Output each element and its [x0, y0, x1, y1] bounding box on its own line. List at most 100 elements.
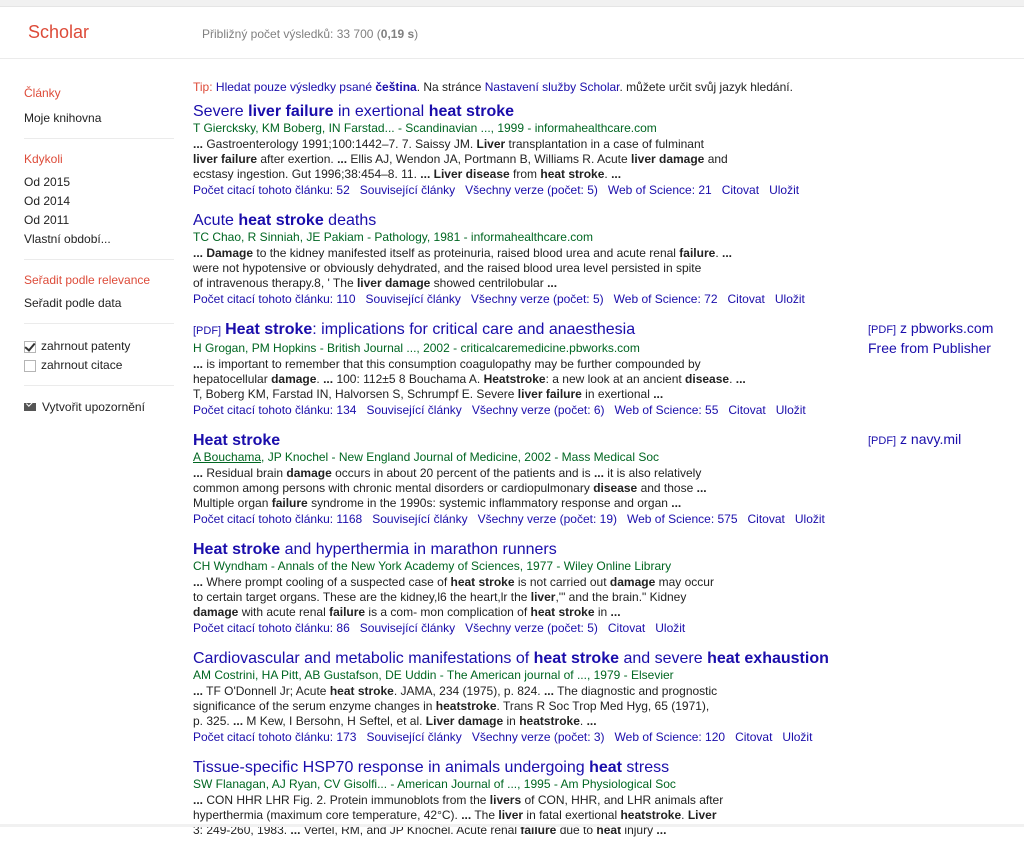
result-footer-link[interactable]: Uložit [769, 183, 799, 197]
result-snippet: ... Gastroenterology 1991;100:1442–7. 7.… [193, 137, 728, 181]
result-footer-link[interactable]: Počet citací tohoto článku: 86 [193, 621, 350, 635]
result-footer-link[interactable]: Počet citací tohoto článku: 52 [193, 183, 350, 197]
result-footer-link[interactable]: Počet citací tohoto článku: 110 [193, 292, 356, 306]
result-footer: Počet citací tohoto článku: 110 Souvisejí… [193, 291, 853, 307]
pdf-source-link[interactable]: [PDF] z pbworks.com [868, 319, 993, 339]
result-title[interactable]: Heat stroke and hyperthermia in marathon… [193, 540, 853, 559]
pdf-source-link[interactable]: [PDF] z navy.mil [868, 430, 961, 450]
result-snippet: ... Residual brain damage occurs in abou… [193, 466, 707, 510]
tip-settings-link[interactable]: Nastavení služby Scholar [485, 80, 620, 94]
include-patents-row[interactable]: zahrnout patenty [24, 337, 174, 356]
header: Scholar Přibližný počet výsledků: 33 700… [0, 6, 1024, 59]
include-patents-label: zahrnout patenty [41, 339, 131, 353]
result-footer-link[interactable]: Počet citací tohoto článku: 134 [193, 403, 356, 417]
sidebar-item-any-time[interactable]: Kdykoli [24, 152, 174, 166]
pdf-link-pbworks[interactable]: [PDF] z pbworks.com Free from Publisher [868, 319, 993, 357]
language-tip: Tip: Hledat pouze výsledky psané čeština… [193, 80, 793, 94]
result-snippet: ... Where prompt cooling of a suspected … [193, 575, 714, 619]
result-title[interactable]: Severe liver failure in exertional heat … [193, 102, 853, 121]
result-footer-link[interactable]: Související články [366, 730, 461, 744]
tip-label: Tip: [193, 80, 213, 94]
sidebar-item-since-2015[interactable]: Od 2015 [24, 173, 174, 192]
result-footer-link[interactable]: Počet citací tohoto článku: 173 [193, 730, 356, 744]
result-footer-link[interactable]: Související články [360, 621, 455, 635]
pdf-link-navy[interactable]: [PDF] z navy.mil [868, 430, 961, 450]
free-from-publisher-link[interactable]: Free from Publisher [868, 339, 993, 357]
result-footer-link[interactable]: Související články [372, 512, 467, 526]
sidebar: Články Moje knihovna Kdykoli Od 2015 Od … [24, 86, 174, 415]
result-footer-link[interactable]: Citovat [608, 621, 645, 635]
result-footer-link[interactable]: Citovat [728, 292, 765, 306]
result-authors: TC Chao, R Sinniah, JE Pakiam - Patholog… [193, 230, 593, 244]
result-snippet: ... TF O'Donnell Jr; Acute heat stroke. … [193, 684, 718, 728]
include-citations-label: zahrnout citace [41, 358, 123, 372]
result-item: Heat stroke and hyperthermia in marathon… [193, 540, 853, 636]
sidebar-item-since-2011[interactable]: Od 2011 [24, 211, 174, 230]
result-footer-link[interactable]: Uložit [775, 292, 805, 306]
result-footer: Počet citací tohoto článku: 52 Souvisejíc… [193, 182, 853, 198]
sidebar-item-sort-relevance[interactable]: Seřadit podle relevance [24, 273, 174, 287]
result-item: Severe liver failure in exertional heat … [193, 102, 853, 198]
result-footer-link[interactable]: Všechny verze (počet: 5) [471, 292, 604, 306]
result-footer: Počet citací tohoto článku: 173 Souvisejí… [193, 729, 853, 745]
result-footer-link[interactable]: Všechny verze (počet: 19) [478, 512, 617, 526]
result-footer-link[interactable]: Všechny verze (počet: 6) [472, 403, 605, 417]
result-footer-link[interactable]: Citovat [728, 403, 765, 417]
include-citations-checkbox[interactable] [24, 359, 36, 372]
result-footer-link[interactable]: Všechny verze (počet: 5) [465, 183, 598, 197]
result-footer-link[interactable]: Web of Science: 72 [614, 292, 718, 306]
result-authors: SW Flanagan, AJ Ryan, CV Gisolfi... - Am… [193, 777, 676, 791]
result-title[interactable]: Acute heat stroke deaths [193, 211, 853, 230]
sidebar-section-articles: Články Moje knihovna [24, 86, 174, 139]
result-footer-link[interactable]: Všechny verze (počet: 5) [465, 621, 598, 635]
result-footer: Počet citací tohoto článku: 86 Souvisejíc… [193, 620, 853, 636]
sidebar-item-articles[interactable]: Články [24, 86, 174, 100]
result-authors: A Bouchama, JP Knochel - New England Jou… [193, 450, 660, 464]
envelope-icon [24, 403, 36, 411]
scholar-logo[interactable]: Scholar [28, 22, 89, 43]
create-alert-link[interactable]: Vytvořit upozornění [24, 399, 174, 415]
result-footer-link[interactable]: Všechny verze (počet: 3) [472, 730, 605, 744]
result-footer-link[interactable]: Související články [366, 403, 461, 417]
results-list: Severe liver failure in exertional heat … [193, 102, 853, 838]
result-snippet: ... is important to remember that this c… [193, 357, 746, 401]
result-authors: CH Wyndham - Annals of the New York Acad… [193, 559, 672, 573]
result-footer-link[interactable]: Počet citací tohoto článku: 1168 [193, 512, 362, 526]
result-footer-link[interactable]: Uložit [655, 621, 685, 635]
result-footer-link[interactable]: Uložit [795, 512, 825, 526]
tip-language-link[interactable]: Hledat pouze výsledky psané čeština [216, 80, 417, 94]
result-authors: T Giercksky, KM Boberg, IN Farstad... - … [193, 121, 657, 135]
sidebar-item-sort-date[interactable]: Seřadit podle data [24, 294, 174, 313]
result-title[interactable]: [PDF] Heat stroke: implications for criti… [193, 320, 853, 341]
result-footer-link[interactable]: Web of Science: 575 [627, 512, 738, 526]
create-alert-label: Vytvořit upozornění [42, 400, 145, 414]
result-footer-link[interactable]: Uložit [782, 730, 812, 744]
result-footer-link[interactable]: Související články [366, 292, 461, 306]
sidebar-item-my-library[interactable]: Moje knihovna [24, 109, 174, 128]
result-snippet: ... CON HHR LHR Fig. 2. Protein immunobl… [193, 793, 724, 837]
result-footer-link[interactable]: Web of Science: 21 [608, 183, 712, 197]
result-footer-link[interactable]: Související články [360, 183, 455, 197]
result-footer-link[interactable]: Web of Science: 120 [615, 730, 726, 744]
include-citations-row[interactable]: zahrnout citace [24, 356, 174, 375]
sidebar-section-sort: Seřadit podle relevance Seřadit podle da… [24, 273, 174, 324]
result-footer: Počet citací tohoto článku: 134 Souvisejí… [193, 402, 853, 418]
include-patents-checkbox[interactable] [24, 340, 36, 353]
result-footer: Počet citací tohoto článku: 1168 Souvisej… [193, 511, 853, 527]
result-footer-link[interactable]: Web of Science: 55 [615, 403, 719, 417]
result-footer-link[interactable]: Citovat [748, 512, 785, 526]
result-footer-link[interactable]: Citovat [735, 730, 772, 744]
result-authors: AM Costrini, HA Pitt, AB Gustafson, DE U… [193, 668, 674, 682]
results-main: Tip: Hledat pouze výsledky psané čeština… [193, 80, 853, 851]
result-title[interactable]: Tissue-specific HSP70 response in animal… [193, 758, 853, 777]
result-title[interactable]: Heat stroke [193, 431, 853, 450]
pdf-tag: [PDF] [193, 325, 222, 337]
result-footer-link[interactable]: Uložit [776, 403, 806, 417]
sidebar-item-since-2014[interactable]: Od 2014 [24, 192, 174, 211]
sidebar-item-custom-range[interactable]: Vlastní období... [24, 230, 174, 249]
result-title[interactable]: Cardiovascular and metabolic manifestati… [193, 649, 853, 668]
result-footer-link[interactable]: Citovat [722, 183, 759, 197]
sidebar-section-include: zahrnout patenty zahrnout citace [24, 337, 174, 386]
author-link[interactable]: A Bouchama [193, 450, 261, 464]
result-authors: H Grogan, PM Hopkins - British Journal .… [193, 341, 640, 355]
